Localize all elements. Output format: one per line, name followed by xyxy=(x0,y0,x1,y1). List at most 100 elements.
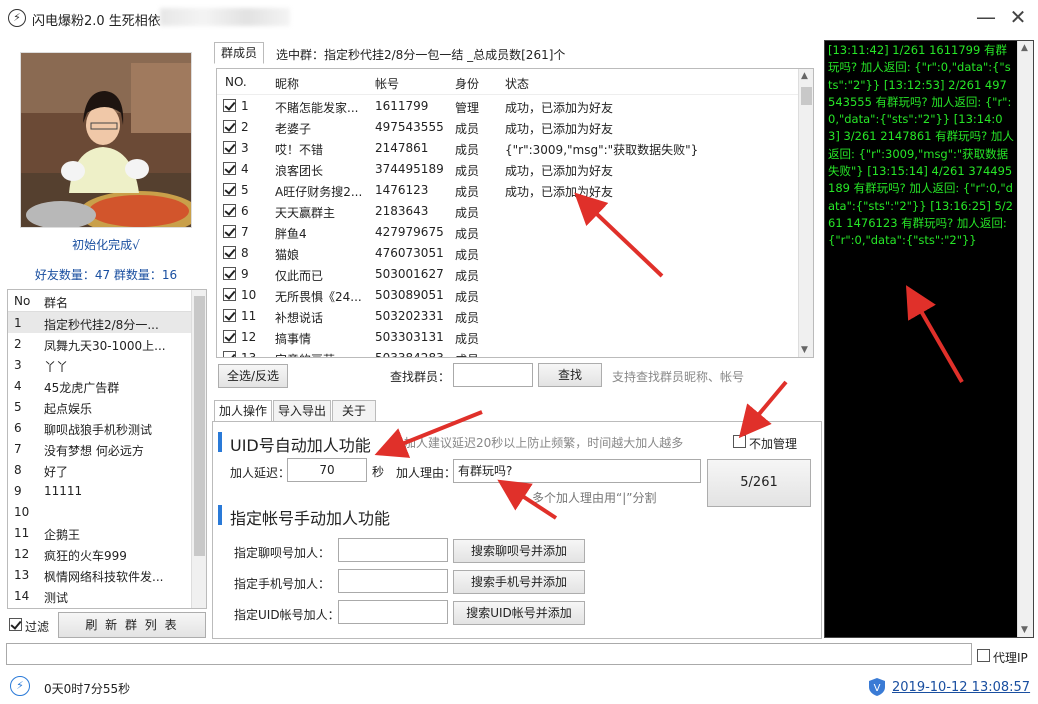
table-row[interactable]: 8 猫娘 476073051 成员 xyxy=(217,242,813,263)
scroll-down-icon[interactable]: ▼ xyxy=(1021,625,1028,635)
checkbox-icon[interactable] xyxy=(977,649,990,662)
row-role: 成员 xyxy=(455,122,480,136)
scrollbar-thumb[interactable] xyxy=(194,296,205,556)
search-phone-button[interactable]: 搜索手机号并添加 xyxy=(453,570,585,594)
tab-import-export[interactable]: 导入导出 xyxy=(273,400,331,422)
checkbox-icon[interactable] xyxy=(223,225,236,238)
row-checkbox[interactable] xyxy=(223,182,236,196)
no-admin-checkbox[interactable] xyxy=(733,434,746,448)
tab-about[interactable]: 关于 xyxy=(332,400,376,422)
list-item[interactable]: 12 疯狂的火车999 xyxy=(8,543,206,564)
row-checkbox[interactable] xyxy=(223,308,236,322)
list-item[interactable]: 6 聊呗战狼手机秒测试 xyxy=(8,417,206,438)
row-checkbox[interactable] xyxy=(223,98,236,112)
checkbox-icon[interactable] xyxy=(223,99,236,112)
checkbox-icon[interactable] xyxy=(223,267,236,280)
scroll-up-icon[interactable]: ▲ xyxy=(1021,43,1028,53)
list-item[interactable]: 13 枫情网络科技软件发... xyxy=(8,564,206,585)
checkbox-icon[interactable] xyxy=(223,288,236,301)
checkbox-icon[interactable] xyxy=(733,435,746,448)
uid-input[interactable] xyxy=(338,600,448,624)
tab-members[interactable]: 群成员 xyxy=(214,42,264,64)
refresh-group-list-button[interactable]: 刷 新 群 列 表 xyxy=(58,612,206,638)
search-member-input[interactable] xyxy=(453,363,533,387)
group-list[interactable]: No 群名 1 指定秒代挂2/8分一... 2 凤舞九天30-1000上... 3 丫… xyxy=(7,289,207,609)
row-checkbox[interactable] xyxy=(223,245,236,259)
group-no: 3 xyxy=(14,358,22,372)
table-row[interactable]: 13 宫意的豆芽 503384283 成员 xyxy=(217,347,813,357)
checkbox-icon[interactable] xyxy=(9,618,22,631)
checkbox-icon[interactable] xyxy=(223,204,236,217)
list-item[interactable]: 14 测试 xyxy=(8,585,206,606)
list-item[interactable]: 2 凤舞九天30-1000上... xyxy=(8,333,206,354)
checkbox-icon[interactable] xyxy=(223,309,236,322)
row-role: 成员 xyxy=(455,269,480,283)
list-item[interactable]: 3 丫丫 xyxy=(8,354,206,375)
table-row[interactable]: 7 胖鱼4 427979675 成员 xyxy=(217,221,813,242)
checkbox-icon[interactable] xyxy=(223,120,236,133)
list-item[interactable]: 9 11111 xyxy=(8,480,206,501)
start-progress-button[interactable]: 5/261 xyxy=(707,459,811,507)
list-item[interactable]: 5 起点娱乐 xyxy=(8,396,206,417)
runtime: 0天0时7分55秒 xyxy=(44,682,131,696)
row-checkbox[interactable] xyxy=(223,161,236,175)
row-checkbox[interactable] xyxy=(223,287,236,301)
checkbox-icon[interactable] xyxy=(223,246,236,259)
close-button[interactable]: ✕ xyxy=(1002,4,1034,32)
member-table[interactable]: NO. 昵称 帐号 身份 状态 1 不賭怎能发家... 1611799 管理 成功，已添… xyxy=(216,68,814,358)
scroll-up-icon[interactable]: ▲ xyxy=(801,71,808,81)
search-liaobei-button[interactable]: 搜索聊呗号并添加 xyxy=(453,539,585,563)
table-row[interactable]: 12 搞事情 503303131 成员 xyxy=(217,326,813,347)
scrollbar-thumb[interactable] xyxy=(801,87,812,105)
table-row[interactable]: 11 补想说话 503202331 成员 xyxy=(217,305,813,326)
table-row[interactable]: 2 老婆子 497543555 成员 成功，已添加为好友 xyxy=(217,116,813,137)
tab-add-ops[interactable]: 加人操作 xyxy=(214,400,272,422)
proxy-checkbox[interactable] xyxy=(977,648,990,662)
table-row[interactable]: 6 天天赢群主 2183643 成员 xyxy=(217,200,813,221)
table-row[interactable]: 10 无所畏惧《24... 503089051 成员 xyxy=(217,284,813,305)
phone-input[interactable] xyxy=(338,569,448,593)
search-uid-button[interactable]: 搜索UID帐号并添加 xyxy=(453,601,585,625)
minimize-button[interactable]: — xyxy=(970,4,1002,32)
delay-input[interactable]: 70 xyxy=(287,458,367,482)
checkbox-icon[interactable] xyxy=(223,351,236,357)
table-row[interactable]: 1 不賭怎能发家... 1611799 管理 成功，已添加为好友 xyxy=(217,95,813,116)
list-item[interactable]: 1 指定秒代挂2/8分一... xyxy=(8,312,206,333)
list-item[interactable]: 4 45龙虎广告群 xyxy=(8,375,206,396)
log-panel[interactable]: [13:11:42] 1/261 1611799 有群玩吗? 加人返回: {"r… xyxy=(824,40,1034,638)
checkbox-icon[interactable] xyxy=(223,183,236,196)
search-button[interactable]: 查找 xyxy=(538,363,602,387)
row-account: 497543555 xyxy=(375,120,444,134)
scroll-down-icon[interactable]: ▼ xyxy=(801,345,808,355)
table-row[interactable]: 5 A旺仔财务搜2... 1476123 成员 成功，已添加为好友 xyxy=(217,179,813,200)
list-item[interactable]: 7 没有梦想 何必远方 xyxy=(8,438,206,459)
row-checkbox[interactable] xyxy=(223,203,236,217)
group-list-scrollbar[interactable] xyxy=(191,290,206,608)
checkbox-icon[interactable] xyxy=(223,141,236,154)
row-checkbox[interactable] xyxy=(223,140,236,154)
row-checkbox[interactable] xyxy=(223,224,236,238)
row-checkbox[interactable] xyxy=(223,119,236,133)
bottom-input[interactable] xyxy=(6,643,972,665)
group-name: 企鹅王 xyxy=(44,528,81,542)
table-row[interactable]: 3 哎！不错 2147861 成员 {"r":3009,"msg":"获取数据失败"} xyxy=(217,137,813,158)
log-scrollbar[interactable]: ▲ ▼ xyxy=(1017,41,1033,637)
filter-checkbox[interactable] xyxy=(9,617,22,631)
liaobei-input[interactable] xyxy=(338,538,448,562)
list-item[interactable]: 8 好了 xyxy=(8,459,206,480)
row-checkbox[interactable] xyxy=(223,329,236,343)
table-row[interactable]: 9 仅此而已 503001627 成员 xyxy=(217,263,813,284)
list-item[interactable]: 11 企鹅王 xyxy=(8,522,206,543)
column-no: NO. xyxy=(225,75,247,89)
reason-input[interactable]: 有群玩吗? xyxy=(453,459,701,483)
select-all-button[interactable]: 全选/反选 xyxy=(218,364,288,388)
checkbox-icon[interactable] xyxy=(223,162,236,175)
table-row[interactable]: 4 浪客团长 374495189 成员 成功，已添加为好友 xyxy=(217,158,813,179)
row-checkbox[interactable] xyxy=(223,350,236,357)
member-table-scrollbar[interactable]: ▲ ▼ xyxy=(798,69,813,357)
row-status: 成功，已添加为好友 xyxy=(505,122,614,136)
datetime-link[interactable]: 2019-10-12 13:08:57 xyxy=(892,680,1030,695)
checkbox-icon[interactable] xyxy=(223,330,236,343)
row-checkbox[interactable] xyxy=(223,266,236,280)
list-item[interactable]: 10 xyxy=(8,501,206,522)
